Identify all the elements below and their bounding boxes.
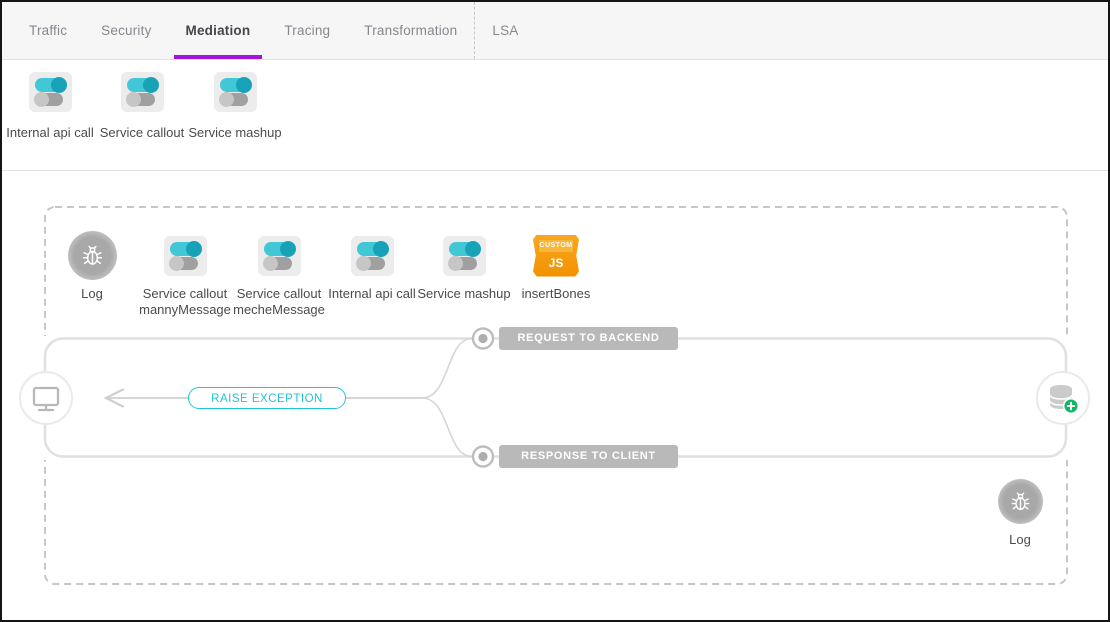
client-endpoint[interactable] [19, 371, 73, 425]
step-label: Service callout [237, 286, 322, 302]
toggle-icon [443, 236, 486, 276]
response-to-client-pill[interactable]: RESPONSE TO CLIENT [499, 445, 678, 468]
bug-icon [1008, 489, 1033, 514]
step-sublabel: mannyMessage [139, 302, 231, 318]
backend-endpoint[interactable] [1036, 371, 1090, 425]
bug-icon [68, 231, 117, 280]
request-to-backend-pill[interactable]: REQUEST TO BACKEND [499, 327, 678, 350]
canvas-step-service-mashup[interactable]: Service mashup [416, 231, 512, 302]
custom-js-bottom-text: JS [533, 256, 579, 270]
toggle-icon [258, 236, 301, 276]
canvas-step-insertbones[interactable]: CUSTOM JS insertBones [508, 231, 604, 302]
step-label: Service mashup [417, 286, 510, 302]
response-log-label: Log [990, 532, 1050, 547]
step-label: Log [81, 286, 103, 302]
step-label: Internal api call [328, 286, 415, 302]
tab-mediation[interactable]: Mediation [169, 2, 268, 59]
toggle-icon [121, 72, 164, 112]
tab-security[interactable]: Security [84, 2, 168, 59]
step-label: insertBones [522, 286, 591, 302]
tab-traffic[interactable]: Traffic [12, 2, 84, 59]
custom-js-top-text: CUSTOM [539, 240, 573, 252]
raise-exception-pill[interactable]: RAISE EXCEPTION [188, 387, 346, 409]
database-plus-icon [1047, 382, 1079, 414]
tab-tracing[interactable]: Tracing [267, 2, 347, 59]
request-node[interactable] [473, 329, 493, 349]
tab-lsa[interactable]: LSA [474, 2, 535, 59]
palette-item-label: Service callout [100, 125, 185, 140]
monitor-icon [31, 383, 61, 413]
canvas-step-log[interactable]: Log [44, 231, 140, 302]
canvas-step-internal-api-call[interactable]: Internal api call [324, 231, 420, 302]
toggle-icon [351, 236, 394, 276]
response-node[interactable] [473, 447, 493, 467]
palette-item-label: Service mashup [188, 125, 281, 140]
tab-bar: Traffic Security Mediation Tracing Trans… [2, 2, 1108, 60]
mediation-palette: Internal api call Service callout Servic… [2, 59, 1108, 171]
palette-item-service-mashup[interactable]: Service mashup [190, 72, 280, 140]
mediation-page: Traffic Security Mediation Tracing Trans… [0, 0, 1110, 622]
palette-item-label: Internal api call [6, 125, 93, 140]
toggle-icon [214, 72, 257, 112]
palette-item-internal-api-call[interactable]: Internal api call [5, 72, 95, 140]
response-log-step[interactable] [998, 479, 1043, 524]
toggle-icon [29, 72, 72, 112]
toggle-icon [164, 236, 207, 276]
step-sublabel: mecheMessage [233, 302, 325, 318]
tab-transformation[interactable]: Transformation [347, 2, 474, 59]
canvas-step-service-callout-manny[interactable]: Service callout mannyMessage [137, 231, 233, 317]
step-label: Service callout [143, 286, 228, 302]
canvas-step-service-callout-meche[interactable]: Service callout mecheMessage [231, 231, 327, 317]
custom-js-icon: CUSTOM JS [533, 235, 579, 277]
palette-item-service-callout[interactable]: Service callout [97, 72, 187, 140]
